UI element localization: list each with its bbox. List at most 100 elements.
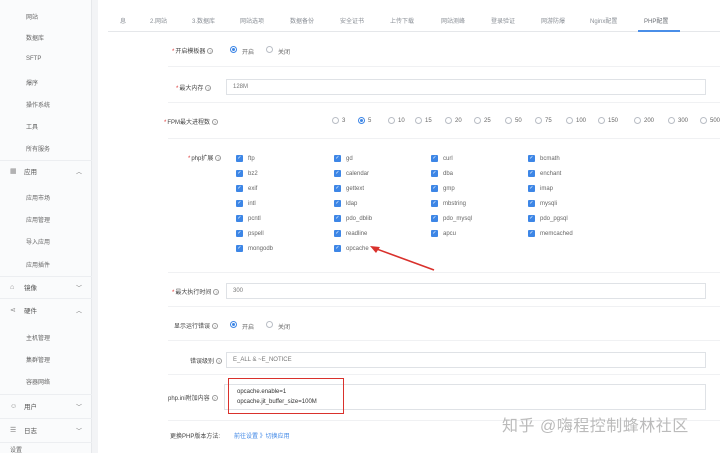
- home-icon: ⌂: [10, 283, 15, 291]
- ext-checkbox-pdo_mysql[interactable]: ✓: [431, 215, 438, 222]
- sidebar-item-database[interactable]: 数据库: [26, 33, 44, 42]
- fpm-radio-5[interactable]: [358, 117, 365, 124]
- fpm-radio-150[interactable]: [598, 117, 605, 124]
- ext-label-calendar: calendar: [346, 171, 370, 177]
- ext-checkbox-gmp[interactable]: ✓: [431, 185, 438, 192]
- display-errors-radio-on[interactable]: [230, 321, 237, 328]
- fpm-radio-25[interactable]: [474, 117, 481, 124]
- fpm-radio-20[interactable]: [445, 117, 452, 124]
- ext-checkbox-calendar[interactable]: ✓: [334, 170, 341, 177]
- ext-checkbox-ftp[interactable]: ✓: [236, 155, 243, 162]
- fpm-radio-300[interactable]: [668, 117, 675, 124]
- ext-checkbox-opcache[interactable]: ✓: [334, 245, 341, 252]
- ext-label-intl: intl: [248, 201, 256, 207]
- ext-checkbox-apcu[interactable]: ✓: [431, 230, 438, 237]
- ext-checkbox-imap[interactable]: ✓: [528, 185, 535, 192]
- fpm-option-label: 25: [484, 118, 491, 124]
- sidebar-item-all-services[interactable]: 所有服务: [26, 144, 50, 153]
- enable-op-radio-on[interactable]: [230, 46, 237, 53]
- sidebar-item-settings-partial[interactable]: 设置: [10, 445, 22, 453]
- ext-checkbox-enchant[interactable]: ✓: [528, 170, 535, 177]
- tab-anti-crawl[interactable]: 网游防爆: [541, 16, 565, 25]
- ext-checkbox-memcached[interactable]: ✓: [528, 230, 535, 237]
- error-level-input[interactable]: E_ALL & ~E_NOTICE: [226, 352, 706, 368]
- fpm-radio-10[interactable]: [388, 117, 395, 124]
- ext-checkbox-intl[interactable]: ✓: [236, 200, 243, 207]
- fpm-radio-75[interactable]: [535, 117, 542, 124]
- sidebar-group-images[interactable]: ⌂ 镜像 ﹀: [0, 277, 92, 297]
- ext-checkbox-pdo_dblib[interactable]: ✓: [334, 215, 341, 222]
- share-icon: ⋖: [10, 307, 16, 314]
- ext-checkbox-gd[interactable]: ✓: [334, 155, 341, 162]
- sidebar-item-app-manage[interactable]: 应用管理: [26, 215, 50, 224]
- max-memory-input[interactable]: 128M: [226, 79, 706, 95]
- sidebar-group-apps[interactable]: ▦ 应用 ︿: [0, 161, 92, 181]
- fpm-option-label: 5: [368, 118, 372, 124]
- ext-checkbox-bz2[interactable]: ✓: [236, 170, 243, 177]
- sidebar-item-sftp[interactable]: SFTP: [26, 56, 41, 62]
- sidebar-item-website[interactable]: 网站: [26, 12, 38, 21]
- max-exec-time-input[interactable]: 300: [226, 283, 706, 299]
- help-icon: ?: [211, 395, 218, 401]
- tab-ssl[interactable]: 安全证书: [340, 16, 364, 25]
- sidebar-group-hardware[interactable]: ⋖ 硬件 ︿: [0, 300, 92, 320]
- fpm-option-label: 20: [455, 118, 462, 124]
- ext-checkbox-gettext[interactable]: ✓: [334, 185, 341, 192]
- tab-website[interactable]: 2.网站: [150, 16, 167, 25]
- ext-label-imap: imap: [540, 186, 554, 192]
- ext-checkbox-pdo_pgsql[interactable]: ✓: [528, 215, 535, 222]
- tab-php-config[interactable]: PHP配置: [644, 16, 668, 25]
- ext-label-dba: dba: [443, 171, 454, 177]
- sidebar-item-app-plugins[interactable]: 应用插件: [26, 260, 50, 269]
- fpm-radio-15[interactable]: [415, 117, 422, 124]
- tab-info[interactable]: 息: [120, 16, 126, 25]
- sidebar-item-cluster-manage[interactable]: 集群管理: [26, 355, 50, 364]
- ext-checkbox-mbstring[interactable]: ✓: [431, 200, 438, 207]
- ext-label-curl: curl: [443, 156, 453, 162]
- ext-checkbox-mysqli[interactable]: ✓: [528, 200, 535, 207]
- annotation-arrow-icon: [370, 246, 435, 271]
- chevron-down-icon: ﹀: [75, 404, 82, 411]
- sidebar-group-users[interactable]: ☺ 用户 ﹀: [0, 396, 92, 416]
- ext-checkbox-mongodb[interactable]: ✓: [236, 245, 243, 252]
- ext-checkbox-readline[interactable]: ✓: [334, 230, 341, 237]
- ext-checkbox-pcntl[interactable]: ✓: [236, 215, 243, 222]
- change-version-link[interactable]: 前往设置 》切换应用: [234, 431, 290, 440]
- ext-label-bcmath: bcmath: [540, 156, 560, 162]
- sidebar-item-container-network[interactable]: 容器网络: [26, 377, 50, 386]
- sidebar-item-program[interactable]: 爆序: [26, 78, 38, 87]
- tab-site-options[interactable]: 网站选项: [240, 16, 264, 25]
- fpm-radio-3[interactable]: [332, 117, 339, 124]
- fpm-radio-50[interactable]: [505, 117, 512, 124]
- ext-label-mbstring: mbstring: [443, 201, 467, 207]
- tab-upload-download[interactable]: 上传下载: [390, 16, 414, 25]
- tab-database[interactable]: 3.数据库: [192, 16, 215, 25]
- fpm-radio-200[interactable]: [634, 117, 641, 124]
- enable-op-radio-off[interactable]: [266, 46, 273, 53]
- tab-site-throttle[interactable]: 网站测峰: [441, 16, 465, 25]
- sidebar-item-app-market[interactable]: 应用市场: [26, 193, 50, 202]
- sidebar: 网站 数据库 SFTP 爆序 操作系统 工具 所有服务 ▦ 应用 ︿ 应用市场 …: [0, 0, 92, 453]
- display-errors-radio-off[interactable]: [266, 321, 273, 328]
- display-errors-on-label: 开启: [242, 325, 255, 331]
- sidebar-item-host-manage[interactable]: 主机管理: [26, 333, 50, 342]
- tab-nginx-config[interactable]: Nginx配置: [590, 16, 617, 25]
- ext-checkbox-ldap[interactable]: ✓: [334, 200, 341, 207]
- watermark: 知乎 @嗨程控制蜂林社区: [502, 418, 689, 435]
- fpm-radio-100[interactable]: [566, 117, 573, 124]
- tab-login-verify[interactable]: 登录验证: [491, 16, 515, 25]
- sidebar-group-logs[interactable]: ☰ 日志 ﹀: [0, 420, 92, 440]
- fpm-radio-500[interactable]: [700, 117, 707, 124]
- sidebar-item-tools[interactable]: 工具: [26, 122, 38, 131]
- ext-checkbox-pspell[interactable]: ✓: [236, 230, 243, 237]
- tab-backup[interactable]: 数据备份: [290, 16, 314, 25]
- ext-checkbox-bcmath[interactable]: ✓: [528, 155, 535, 162]
- ext-label-pspell: pspell: [248, 231, 264, 237]
- ext-label-gettext: gettext: [346, 186, 365, 192]
- ext-checkbox-dba[interactable]: ✓: [431, 170, 438, 177]
- sidebar-item-os[interactable]: 操作系统: [26, 100, 50, 109]
- ext-checkbox-exif[interactable]: ✓: [236, 185, 243, 192]
- sidebar-item-import-app[interactable]: 导入应用: [26, 237, 50, 246]
- chevron-up-icon: ︿: [75, 308, 82, 315]
- ext-checkbox-curl[interactable]: ✓: [431, 155, 438, 162]
